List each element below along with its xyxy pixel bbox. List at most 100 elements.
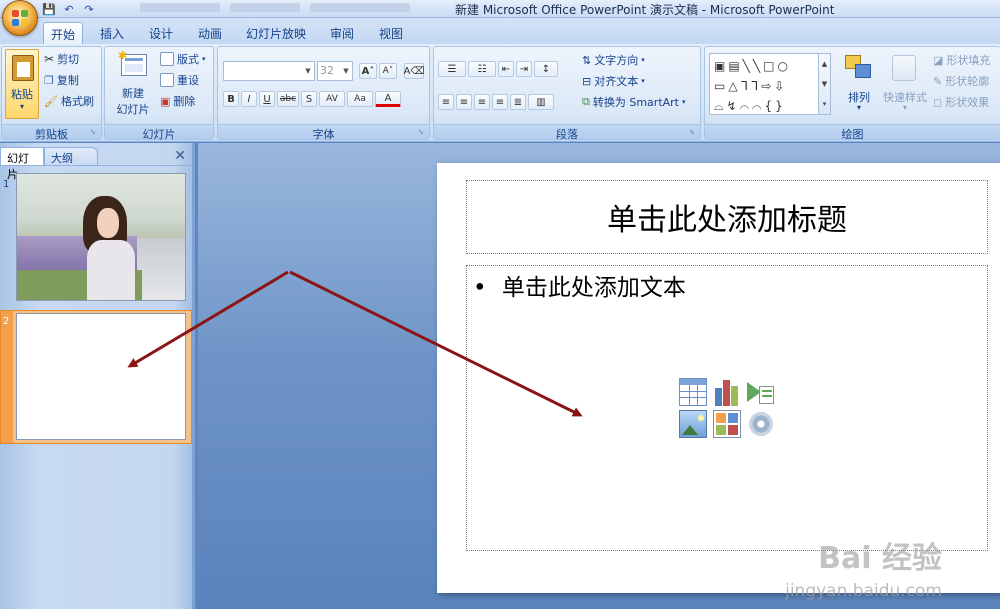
numbering-icon[interactable]: ☷: [468, 61, 496, 77]
baidu-watermark: Bai 经验: [818, 541, 942, 576]
distributed-icon[interactable]: ≣: [510, 94, 526, 110]
tab-home[interactable]: 开始: [43, 22, 83, 44]
clipboard-icon: [12, 55, 34, 81]
chart-icon[interactable]: [713, 378, 741, 406]
tab-design[interactable]: 设计: [141, 22, 181, 44]
title-bar: 💾 ↶ ↷ 新建 Microsoft Office PowerPoint 演示文…: [0, 0, 1000, 18]
underline-button[interactable]: U: [259, 91, 275, 107]
tab-outline[interactable]: 大纲: [44, 147, 98, 165]
drawing-group: ▣▤╲╲□○ ▭△ᒣᒣ⇨⇩ ⌓↯⌒⌒{} ▲ ▼ ▾ 排列 ▾ 快速样式 ▾ ◪ 形状填充…: [704, 46, 1000, 141]
slide-number-1: 1: [3, 179, 10, 190]
text-direction-icon: ⇅: [582, 53, 592, 67]
line-spacing-icon[interactable]: ↕: [534, 61, 558, 77]
delete-icon: ▣: [160, 94, 171, 108]
font-group-label: 字体: [218, 124, 429, 141]
picture-icon[interactable]: [679, 410, 707, 438]
chevron-down-icon: ▼: [305, 67, 311, 75]
layout-button[interactable]: 版式 ▾: [160, 51, 206, 67]
dialog-launcher-icon[interactable]: ⬂: [90, 128, 99, 137]
align-left-icon[interactable]: ≡: [438, 94, 454, 110]
baidu-watermark-url: jingyan.baidu.com: [785, 581, 942, 601]
shape-fill-button[interactable]: ◪ 形状填充: [933, 52, 990, 68]
arrange-button[interactable]: 排列 ▾: [842, 51, 876, 119]
close-icon[interactable]: ✕: [174, 149, 186, 163]
shadow-button[interactable]: S: [301, 91, 317, 107]
dialog-launcher-icon[interactable]: ⬂: [689, 128, 698, 137]
body-placeholder[interactable]: • 单击此处添加文本: [466, 265, 988, 551]
copy-button[interactable]: ❐ 复制: [44, 72, 79, 88]
align-buttons: ≡ ≡ ≡ ≡ ≣ ▥: [438, 94, 554, 110]
layout-icon: [160, 52, 174, 66]
smartart-button[interactable]: ⧉ 转换为 SmartArt ▾: [582, 94, 686, 110]
font-group: ▼ 32 ▼ A˄ A˅ A⌫ B I U abc S AV Aa A 字体 ⬂: [217, 46, 430, 141]
cut-button[interactable]: ✂ 剪切: [44, 51, 79, 67]
tab-insert[interactable]: 插入: [92, 22, 132, 44]
align-center-icon[interactable]: ≡: [456, 94, 472, 110]
bullet-icon: •: [473, 275, 487, 301]
dialog-launcher-icon[interactable]: ⬂: [418, 128, 427, 137]
quick-styles-button[interactable]: 快速样式 ▾: [879, 51, 931, 119]
strikethrough-button[interactable]: abc: [277, 91, 299, 107]
text-direction-button[interactable]: ⇅ 文字方向 ▾: [582, 52, 645, 68]
body-placeholder-text: 单击此处添加文本: [501, 275, 686, 301]
char-spacing-button[interactable]: AV: [319, 91, 345, 107]
drawing-group-label: 绘图: [705, 124, 1000, 141]
decrease-indent-icon[interactable]: ⇤: [498, 61, 514, 77]
clipboard-group: 粘贴 ▾ ✂ 剪切 ❐ 复制 🖌 格式刷 剪贴板 ⬂: [1, 46, 102, 141]
font-name-combo[interactable]: ▼: [223, 61, 315, 81]
chevron-down-icon: ▾: [202, 55, 206, 63]
title-placeholder[interactable]: 单击此处添加标题: [466, 180, 988, 254]
photo-thumbnail: [17, 174, 185, 300]
bold-button[interactable]: B: [223, 91, 239, 107]
tab-slideshow[interactable]: 幻灯片放映: [240, 22, 312, 44]
save-icon[interactable]: 💾: [42, 2, 56, 16]
shrink-font-icon[interactable]: A˅: [379, 63, 397, 79]
quick-access-toolbar: 💾 ↶ ↷: [42, 1, 96, 17]
star-icon: ✱: [118, 49, 128, 62]
tab-view[interactable]: 视图: [371, 22, 411, 44]
grow-font-icon[interactable]: A˄: [359, 63, 377, 79]
reset-button[interactable]: 重设: [160, 72, 199, 88]
slides-pane: 幻灯片 大纲 ✕ 1 2: [0, 143, 195, 609]
tab-animation[interactable]: 动画: [190, 22, 230, 44]
format-painter-button[interactable]: 🖌 格式刷: [44, 93, 94, 109]
office-button[interactable]: [2, 0, 38, 36]
font-size-combo[interactable]: 32 ▼: [317, 61, 353, 81]
scissors-icon: ✂: [44, 52, 55, 66]
shapes-gallery[interactable]: ▣▤╲╲□○ ▭△ᒣᒣ⇨⇩ ⌓↯⌒⌒{} ▲ ▼ ▾: [709, 53, 831, 115]
slide-thumbnail-1[interactable]: [16, 173, 186, 301]
smartart-icon: ⧉: [582, 95, 590, 108]
shape-outline-button[interactable]: ✎ 形状轮廓: [933, 73, 989, 89]
paste-button[interactable]: 粘贴 ▾: [5, 49, 39, 119]
slide-thumbnail-2[interactable]: [16, 313, 186, 440]
tab-slides[interactable]: 幻灯片: [0, 147, 44, 181]
gallery-scroll[interactable]: ▲ ▼ ▾: [818, 54, 830, 114]
smartart-graphic-icon[interactable]: [747, 378, 775, 406]
chevron-down-icon: ▾: [856, 103, 861, 112]
clear-format-icon[interactable]: A⌫: [404, 63, 425, 79]
change-case-button[interactable]: Aa: [347, 91, 373, 107]
tab-review[interactable]: 审阅: [322, 22, 362, 44]
redo-icon[interactable]: ↷: [82, 2, 96, 16]
italic-button[interactable]: I: [241, 91, 257, 107]
increase-indent-icon[interactable]: ⇥: [516, 61, 532, 77]
columns-icon[interactable]: ▥: [528, 94, 554, 110]
bullets-icon[interactable]: ☰: [438, 61, 466, 77]
justify-icon[interactable]: ≡: [492, 94, 508, 110]
paste-dropdown-icon: ▾: [19, 102, 24, 111]
new-slide-button[interactable]: ✱ 新建 幻灯片: [108, 49, 158, 119]
clip-art-icon[interactable]: [713, 410, 741, 438]
chevron-down-icon: ▾: [682, 98, 686, 106]
shape-effects-button[interactable]: ◻ 形状效果: [933, 94, 989, 110]
delete-button[interactable]: ▣ 删除: [160, 93, 195, 109]
ribbon: 粘贴 ▾ ✂ 剪切 ❐ 复制 🖌 格式刷 剪贴板 ⬂ ✱ 新建 幻灯片 版式 ▾ 重设 …: [0, 44, 1000, 142]
clipboard-group-label: 剪贴板: [2, 124, 101, 141]
align-text-button[interactable]: ⊟ 对齐文本 ▾: [582, 73, 645, 89]
reset-icon: [160, 73, 174, 87]
table-icon[interactable]: [679, 378, 707, 406]
media-icon[interactable]: [747, 410, 775, 438]
align-right-icon[interactable]: ≡: [474, 94, 490, 110]
undo-icon[interactable]: ↶: [62, 2, 76, 16]
chevron-down-icon: ▾: [641, 56, 645, 64]
font-color-button[interactable]: A: [375, 91, 401, 107]
